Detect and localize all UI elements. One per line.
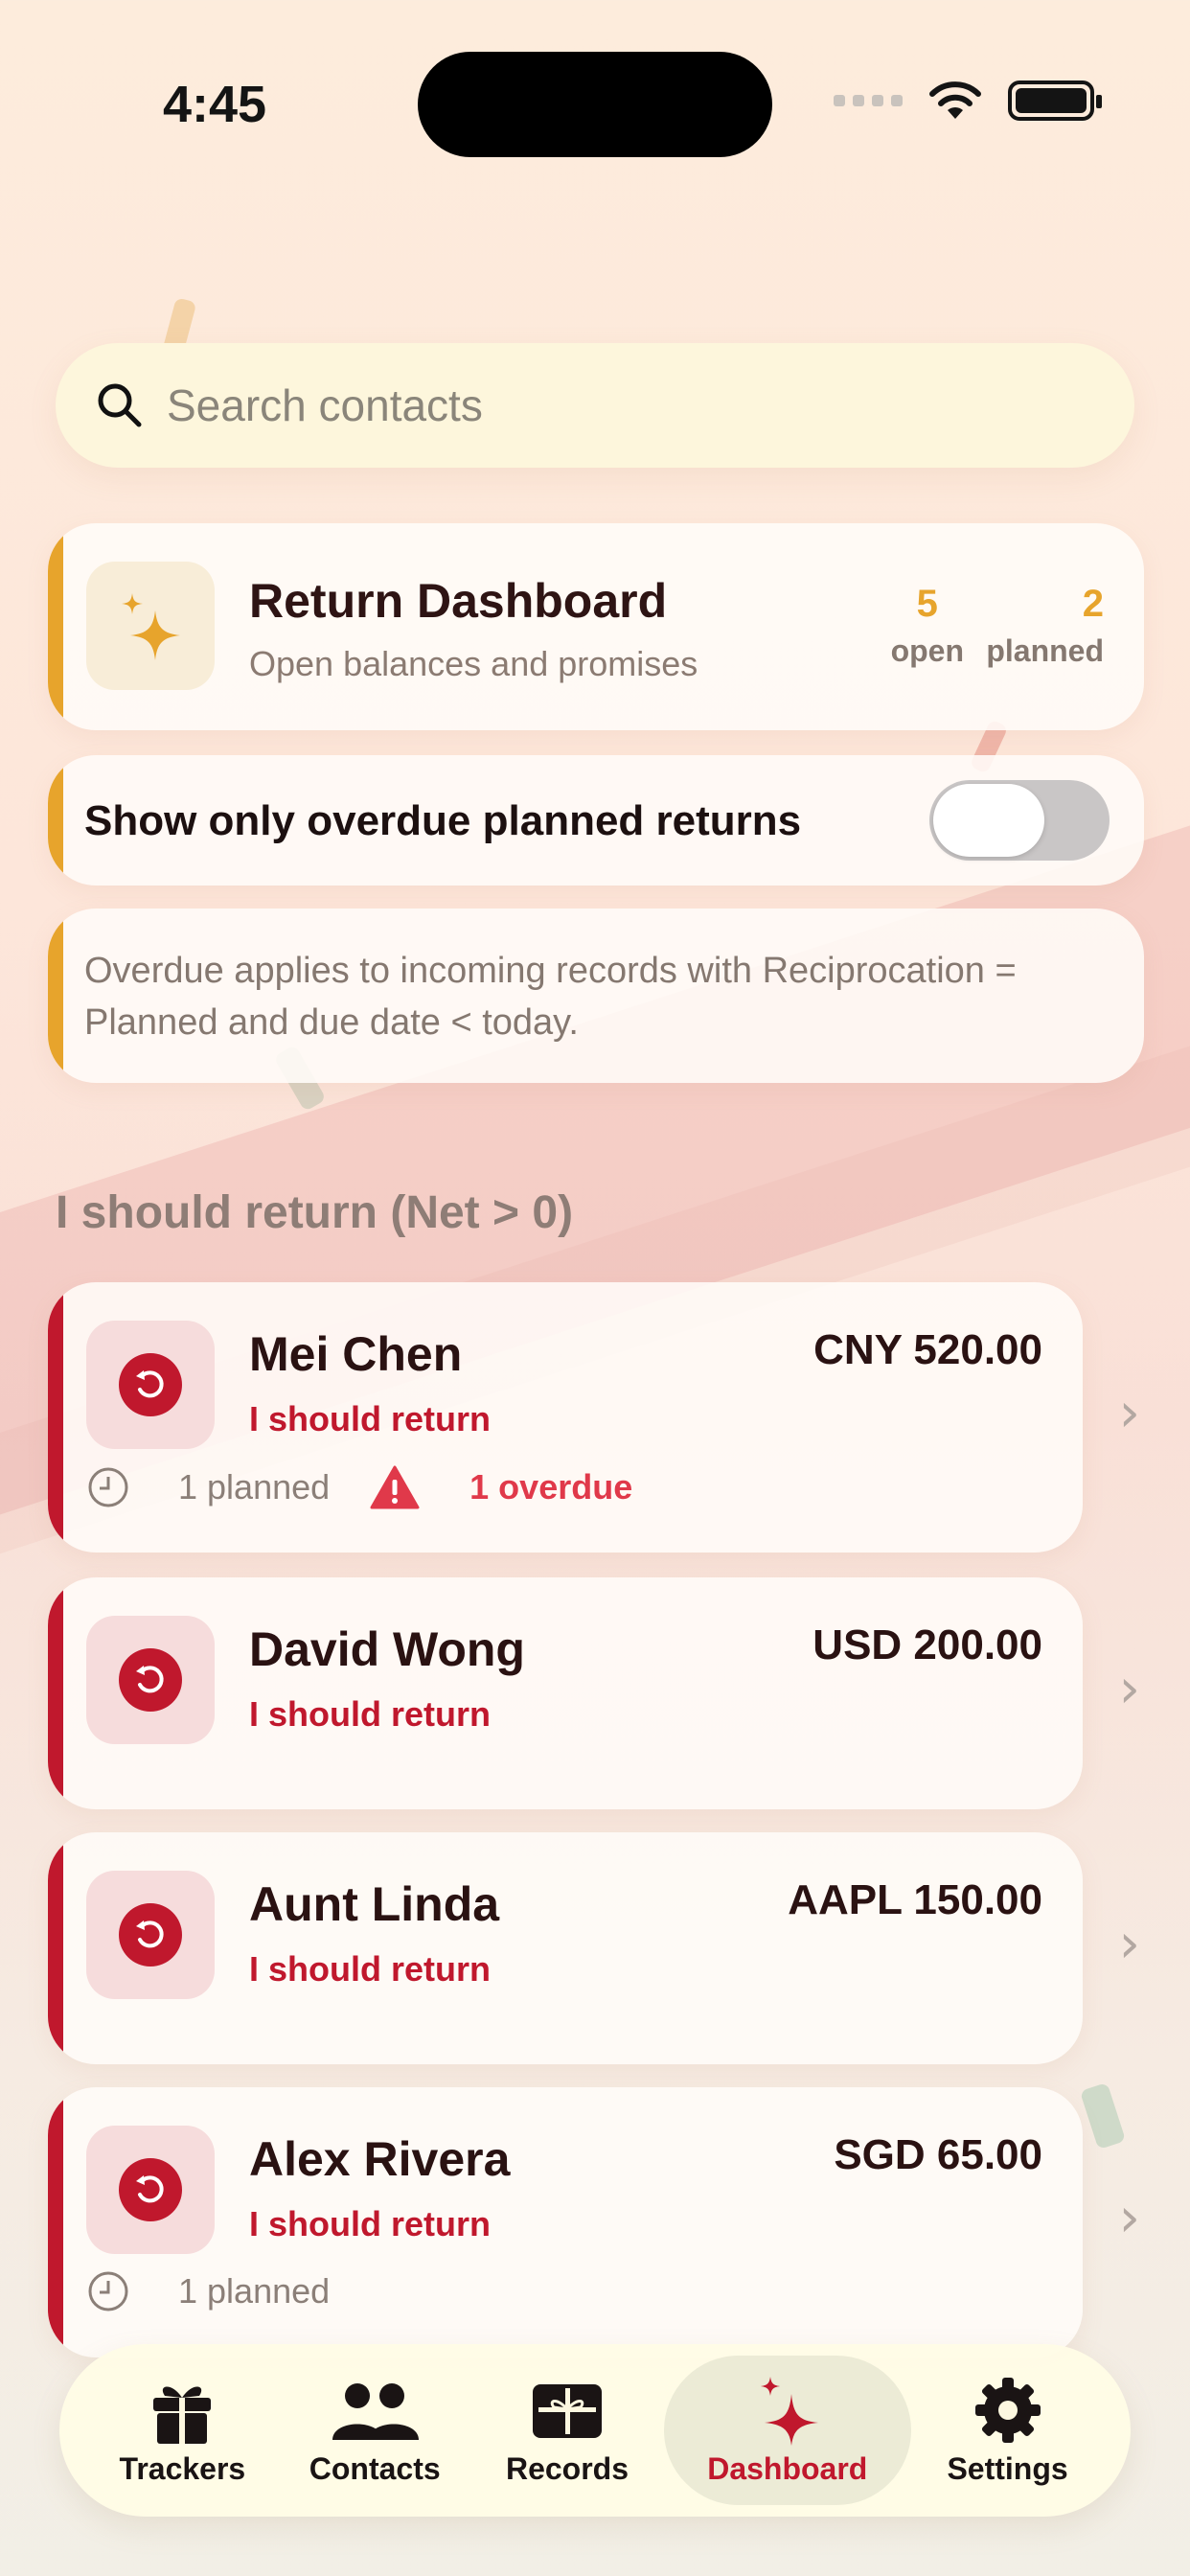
- dynamic-island: [418, 52, 772, 157]
- tab-dashboard[interactable]: Dashboard: [663, 2356, 911, 2505]
- contact-name: Mei Chen: [249, 1327, 463, 1381]
- stat-open: 5 open: [891, 583, 964, 669]
- tab-records[interactable]: Records: [471, 2356, 663, 2505]
- return-arrow-icon: [119, 1353, 182, 1416]
- tab-settings[interactable]: Settings: [912, 2356, 1104, 2505]
- card-accent: [48, 2087, 63, 2358]
- card-accent: [48, 523, 63, 730]
- contact-amount: SGD 65.00: [834, 2131, 1042, 2178]
- overdue-filter-card: Show only overdue planned returns: [48, 755, 1144, 886]
- gift-card-icon: [532, 2383, 602, 2438]
- tab-trackers[interactable]: Trackers: [86, 2356, 278, 2505]
- return-arrow-icon: [119, 2158, 182, 2221]
- return-icon-box: [86, 1871, 215, 1999]
- chevron-right-icon[interactable]: ›: [1119, 1913, 1140, 1975]
- tab-label: Records: [505, 2450, 629, 2486]
- contact-meta: 1 planned: [86, 2269, 330, 2313]
- return-icon-box: [86, 1321, 215, 1449]
- contact-row-aunt-linda[interactable]: Aunt Linda I should return AAPL 150.00: [48, 1832, 1083, 2064]
- chevron-right-icon[interactable]: ›: [1119, 1382, 1140, 1444]
- warning-icon: [370, 1465, 420, 1509]
- info-card: Overdue applies to incoming records with…: [48, 908, 1144, 1083]
- contact-row-david-wong[interactable]: David Wong I should return USD 200.00: [48, 1577, 1083, 1809]
- return-arrow-icon: [119, 1903, 182, 1966]
- stat-planned: 2 planned: [986, 583, 1104, 669]
- contact-meta: 1 planned 1 overdue: [86, 1464, 632, 1510]
- contact-name: Alex Rivera: [249, 2132, 511, 2186]
- contact-status: I should return: [249, 1694, 491, 1734]
- stat-open-label: open: [890, 633, 964, 668]
- contact-amount: USD 200.00: [812, 1622, 1042, 1668]
- status-time: 4:45: [163, 76, 267, 133]
- clock-icon: [88, 2271, 128, 2312]
- stat-planned-label: planned: [986, 633, 1104, 668]
- status-icons: [834, 80, 1102, 121]
- contact-status: I should return: [249, 2204, 491, 2243]
- people-icon: [332, 2382, 420, 2440]
- contact-amount: AAPL 150.00: [788, 1876, 1042, 1923]
- return-arrow-icon: [119, 1648, 182, 1712]
- search-icon: [98, 383, 142, 427]
- tab-label: Contacts: [309, 2450, 441, 2486]
- gift-icon: [153, 2386, 212, 2444]
- contact-amount: CNY 520.00: [813, 1326, 1042, 1373]
- dashboard-title: Return Dashboard: [249, 574, 668, 628]
- signal-icon: [834, 95, 903, 106]
- tab-bar: Trackers Contacts Records Dashboard Sett…: [59, 2344, 1131, 2517]
- return-dashboard-card: Return Dashboard Open balances and promi…: [48, 523, 1144, 730]
- dashboard-subtitle: Open balances and promises: [249, 644, 698, 683]
- confetti-decoration: [1079, 2082, 1127, 2150]
- dashboard-icon-box: [86, 562, 215, 690]
- return-icon-box: [86, 1616, 215, 1744]
- contact-row-mei-chen[interactable]: Mei Chen I should return CNY 520.00 1 pl…: [48, 1282, 1083, 1552]
- sparkle-icon: [760, 2376, 818, 2446]
- toggle-knob: [933, 784, 1044, 857]
- chevron-right-icon[interactable]: ›: [1119, 2187, 1140, 2249]
- search-input[interactable]: [167, 380, 1029, 431]
- contact-name: Aunt Linda: [249, 1877, 500, 1931]
- gear-icon: [974, 2377, 1041, 2443]
- planned-count: 1 planned: [178, 1467, 331, 1506]
- card-accent: [48, 1282, 63, 1552]
- wifi-icon: [929, 81, 981, 119]
- section-title: I should return (Net > 0): [56, 1187, 574, 1238]
- card-accent: [48, 908, 63, 1083]
- contact-name: David Wong: [249, 1622, 525, 1676]
- battery-icon: [1008, 80, 1102, 121]
- tab-label: Dashboard: [707, 2450, 868, 2486]
- tab-label: Trackers: [119, 2450, 246, 2486]
- clock-icon: [88, 1467, 128, 1507]
- stat-planned-value: 2: [1082, 583, 1104, 625]
- card-accent: [48, 1577, 63, 1809]
- planned-count: 1 planned: [178, 2271, 331, 2311]
- return-icon-box: [86, 2126, 215, 2254]
- contact-status: I should return: [249, 1399, 491, 1438]
- card-accent: [48, 755, 63, 886]
- search-bar[interactable]: [56, 343, 1134, 468]
- tab-label: Settings: [947, 2450, 1068, 2486]
- sparkles-icon: [122, 593, 180, 660]
- chevron-right-icon[interactable]: ›: [1119, 1658, 1140, 1720]
- tab-contacts[interactable]: Contacts: [279, 2356, 470, 2505]
- overdue-filter-label: Show only overdue planned returns: [84, 797, 802, 844]
- contact-row-alex-rivera[interactable]: Alex Rivera I should return SGD 65.00 1 …: [48, 2087, 1083, 2358]
- contact-status: I should return: [249, 1949, 491, 1989]
- overdue-count: 1 overdue: [469, 1467, 633, 1506]
- stat-open-value: 5: [916, 583, 938, 625]
- overdue-filter-toggle[interactable]: [929, 780, 1110, 861]
- info-text: Overdue applies to incoming records with…: [84, 951, 1017, 1043]
- card-accent: [48, 1832, 63, 2064]
